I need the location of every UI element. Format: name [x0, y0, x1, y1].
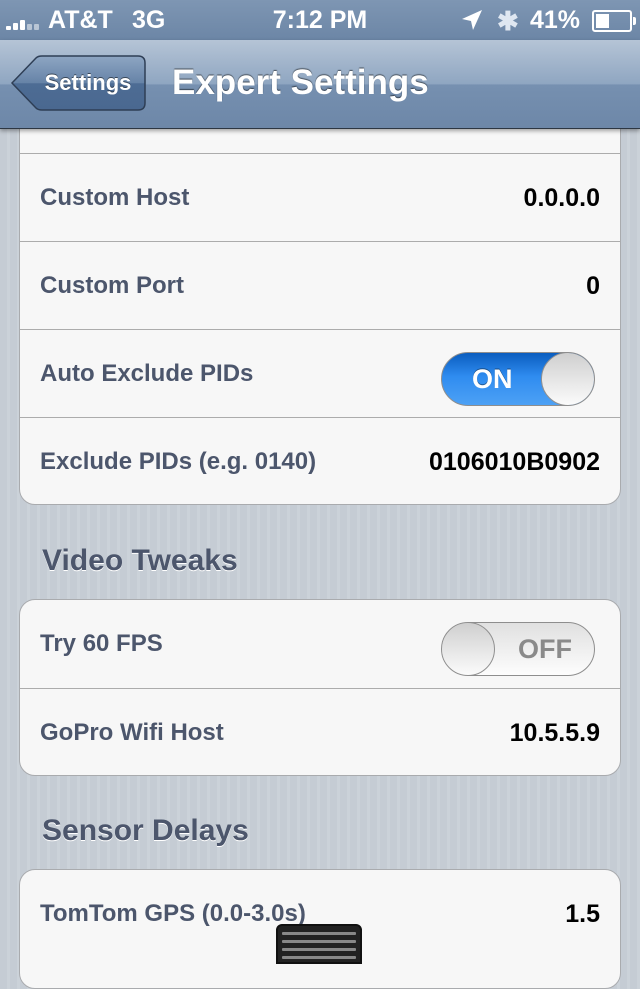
toggle-knob [541, 353, 594, 405]
row-label: TomTom GPS (0.0-3.0s) [40, 900, 306, 927]
row-label: Auto Exclude PIDs [40, 360, 254, 387]
table-row-try-60-fps: Try 60 FPS OFF [20, 600, 620, 688]
section-header-video-tweaks: Video Tweaks [42, 544, 238, 577]
location-icon [462, 10, 482, 30]
row-value[interactable]: 10.5.5.9 [510, 689, 600, 775]
toggle-text: OFF [518, 634, 572, 664]
bluetooth-icon: ✱ [497, 6, 519, 36]
navigation-bar: Settings Expert Settings [0, 40, 640, 129]
page-title: Expert Settings [172, 63, 429, 102]
toggle-knob [442, 623, 495, 675]
row-label: Custom Port [40, 272, 184, 299]
back-button-label: Settings [44, 70, 132, 95]
settings-group-connection: Custom Host 0.0.0.0 Custom Port 0 Auto E… [19, 108, 621, 505]
table-row-exclude-pids[interactable]: Exclude PIDs (e.g. 0140) 0106010B0902 [20, 417, 620, 504]
row-label: Custom Host [40, 184, 190, 211]
settings-group-video-tweaks: Try 60 FPS OFF GoPro Wifi Host 10.5.5.9 [19, 599, 621, 776]
battery-icon [592, 10, 636, 32]
status-bar: AT&T 3G 7:12 PM ✱ 41% [0, 0, 640, 40]
row-label: Exclude PIDs (e.g. 0140) [40, 448, 317, 475]
table-row-auto-exclude-pids: Auto Exclude PIDs ON [20, 329, 620, 417]
row-value[interactable]: 1.5 [565, 870, 600, 958]
toggle-text: ON [472, 364, 513, 394]
auto-exclude-pids-toggle[interactable]: ON [441, 352, 595, 406]
row-value[interactable]: 0.0.0.0 [524, 154, 600, 242]
try-60-fps-toggle[interactable]: OFF [441, 622, 595, 676]
row-value[interactable]: 0106010B0902 [429, 418, 600, 504]
drag-handle[interactable] [276, 924, 362, 964]
row-label: GoPro Wifi Host [40, 719, 224, 746]
battery-percent: 41% [530, 6, 581, 34]
table-row-custom-port[interactable]: Custom Port 0 [20, 241, 620, 329]
row-value[interactable]: 0 [586, 242, 600, 330]
table-row-gopro-wifi-host[interactable]: GoPro Wifi Host 10.5.5.9 [20, 688, 620, 775]
section-header-sensor-delays: Sensor Delays [42, 814, 249, 847]
back-button[interactable]: Settings [10, 55, 146, 111]
row-label: Try 60 FPS [40, 630, 163, 657]
table-row-custom-host[interactable]: Custom Host 0.0.0.0 [20, 153, 620, 241]
